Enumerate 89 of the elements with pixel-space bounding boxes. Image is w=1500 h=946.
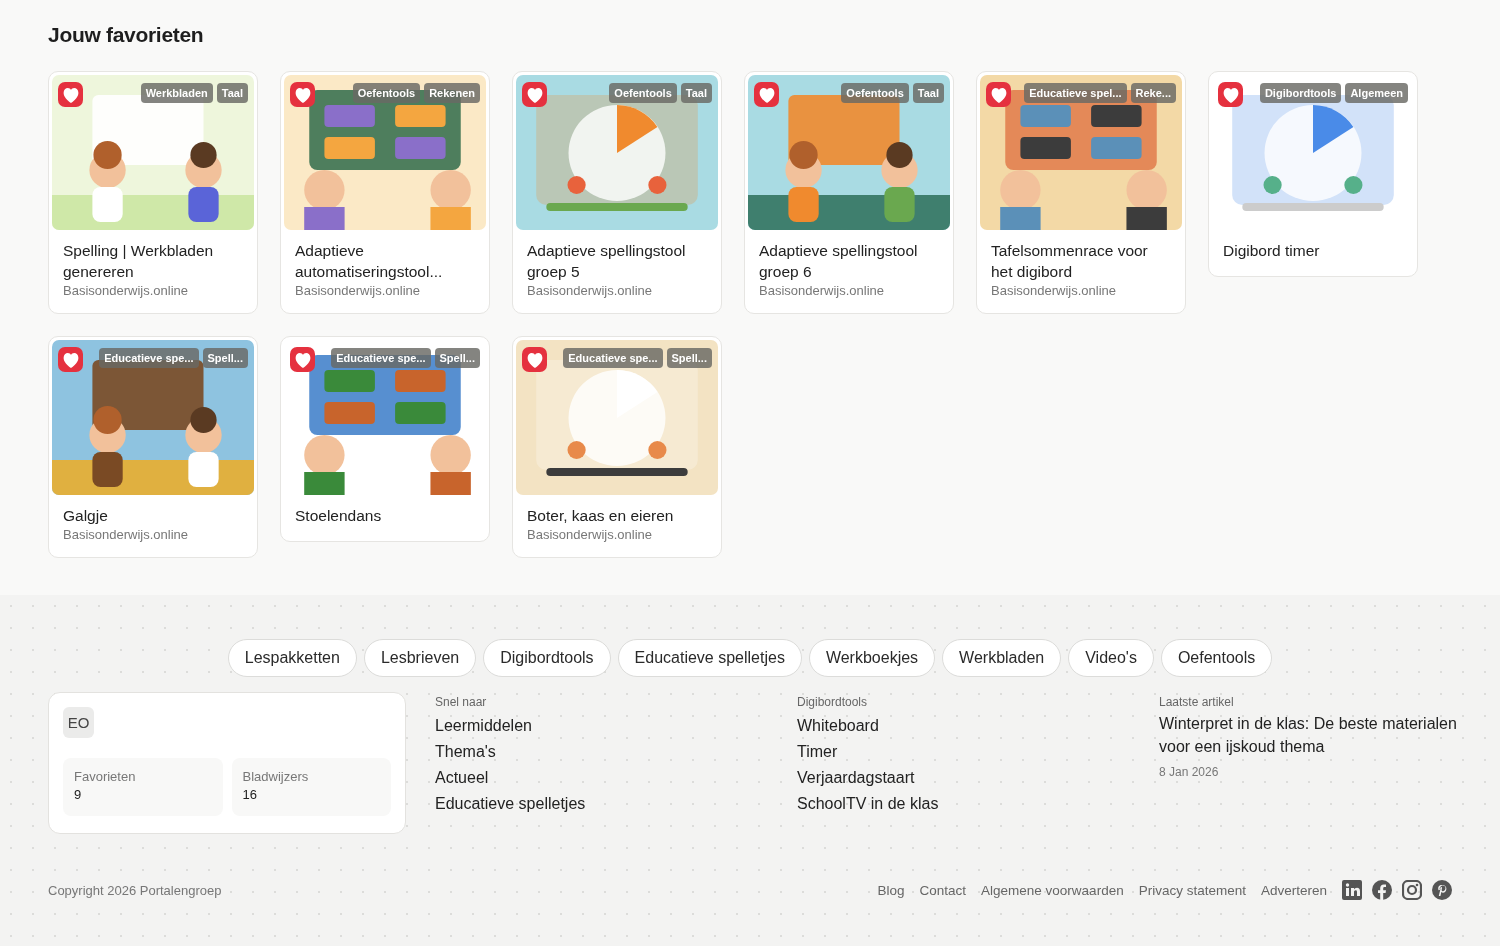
footer-link[interactable]: Thema's — [435, 739, 496, 765]
card-source: Basisonderwijs.online — [759, 283, 885, 298]
card-source: Basisonderwijs.online — [295, 283, 421, 298]
heart-icon[interactable] — [290, 347, 315, 372]
column-heading: Laatste artikel — [1159, 695, 1235, 709]
category-tag: Taal — [912, 83, 944, 103]
category-tag: Taal — [216, 83, 248, 103]
category-pill[interactable]: Digibordtools — [483, 639, 611, 677]
heart-icon[interactable] — [754, 82, 779, 107]
favorite-card[interactable]: Werkbladen Taal Spelling | Werkbladen genereren Basisonderwijs.online — [48, 71, 258, 314]
footer-link[interactable]: Leermiddelen — [435, 713, 532, 739]
footer-link[interactable]: SchoolTV in de klas — [797, 791, 939, 817]
favorite-card[interactable]: Educatieve spe... Spell... Galgje Basisonderwijs.online — [48, 336, 258, 558]
avatar-initials: EO — [63, 707, 94, 738]
category-tag: Spell... — [666, 348, 712, 368]
stat-label: Bladwijzers — [242, 769, 310, 784]
category-pill[interactable]: Werkboekjes — [808, 639, 936, 677]
footer-link[interactable]: Verjaardagstaart — [797, 765, 915, 791]
footer-link[interactable]: Timer — [797, 739, 838, 765]
category-tag: Educatieve spe... — [331, 348, 431, 368]
footer-link[interactable]: Adverteren — [1260, 882, 1327, 898]
card-source: Basisonderwijs.online — [527, 527, 653, 542]
card-source: Basisonderwijs.online — [991, 283, 1117, 298]
footer-link[interactable]: Privacy statement — [1138, 882, 1246, 898]
copyright-text: Copyright 2026 Portalengroep — [48, 882, 222, 898]
category-tag: Werkbladen — [140, 83, 213, 103]
category-tag: Educatieve spe... — [563, 348, 663, 368]
linkedin-icon[interactable] — [1342, 880, 1362, 900]
category-tag: Oefentools — [609, 83, 677, 103]
favorite-card[interactable]: Educatieve spel... Reke... Tafelsommenrace voor het digibord Basisonderwijs.online — [976, 71, 1186, 314]
category-tag: Educatieve spe... — [99, 348, 199, 368]
heart-icon[interactable] — [522, 347, 547, 372]
favorite-card[interactable]: Educatieve spe... Spell... Stoelendans — [280, 336, 490, 542]
card-title: Boter, kaas en eieren — [527, 506, 675, 526]
card-source: Basisonderwijs.online — [63, 527, 189, 542]
footer-link[interactable]: Whiteboard — [797, 713, 879, 739]
category-pill[interactable]: Oefentools — [1160, 639, 1273, 677]
category-pill[interactable]: Video's — [1068, 639, 1154, 677]
section-title: Jouw favorieten — [48, 23, 204, 47]
footer-link[interactable]: Contact — [919, 882, 967, 898]
favorite-card[interactable]: Oefentools Taal Adaptieve spellingstool groep 6 Basisonderwijs.online — [744, 71, 954, 314]
category-tag: Rekenen — [424, 83, 480, 103]
heart-icon[interactable] — [522, 82, 547, 107]
category-pill[interactable]: Lesbrieven — [363, 639, 477, 677]
card-title: Spelling | Werkbladen genereren — [63, 241, 215, 282]
card-title: Adaptieve spellingstool groep 6 — [759, 241, 919, 282]
category-tag: Educatieve spel... — [1024, 83, 1127, 103]
card-title: Adaptieve spellingstool groep 5 — [527, 241, 687, 282]
favorite-card[interactable]: Digibordtools Algemeen Digibord timer — [1208, 71, 1418, 277]
category-pill[interactable]: Educatieve spelletjes — [617, 639, 802, 677]
footer-link[interactable]: Actueel — [435, 765, 489, 791]
heart-icon[interactable] — [986, 82, 1011, 107]
card-title: Adaptieve automatiseringstool... — [295, 241, 444, 282]
category-tag: Spell... — [434, 348, 480, 368]
stat-label: Favorieten — [74, 769, 137, 784]
category-tag: Spell... — [202, 348, 248, 368]
footer-link[interactable]: Educatieve spelletjes — [435, 791, 586, 817]
category-tag: Oefentools — [352, 83, 421, 103]
category-pill[interactable]: Werkbladen — [942, 639, 1062, 677]
category-tag: Reke... — [1130, 83, 1176, 103]
stat-value: 16 — [242, 787, 258, 802]
category-pill[interactable]: Lespakketten — [227, 639, 357, 677]
favorite-card[interactable]: Educatieve spe... Spell... Boter, kaas en eieren Basisonderwijs.online — [512, 336, 722, 558]
footer-link[interactable]: Algemene voorwaarden — [981, 882, 1124, 898]
card-source: Basisonderwijs.online — [63, 283, 189, 298]
pinterest-icon[interactable] — [1432, 880, 1452, 900]
card-title: Galgje — [63, 506, 109, 526]
card-title: Digibord timer — [1223, 241, 1321, 261]
category-tag: Algemeen — [1345, 83, 1408, 103]
favorite-card[interactable]: Oefentools Taal Adaptieve spellingstool groep 5 Basisonderwijs.online — [512, 71, 722, 314]
heart-icon[interactable] — [58, 82, 83, 107]
category-tag: Taal — [680, 83, 712, 103]
article-date: 8 Jan 2026 — [1159, 765, 1220, 779]
favorite-card[interactable]: Oefentools Rekenen Adaptieve automatiseringstool... Basisonderwijs.online — [280, 71, 490, 314]
footer-link[interactable]: Blog — [877, 882, 905, 898]
card-title: Stoelendans — [295, 506, 383, 526]
heart-icon[interactable] — [1218, 82, 1243, 107]
instagram-icon[interactable] — [1402, 880, 1422, 900]
category-tag: Digibordtools — [1259, 83, 1342, 103]
column-heading: Digibordtools — [797, 695, 869, 709]
facebook-icon[interactable] — [1372, 880, 1392, 900]
column-heading: Snel naar — [435, 695, 488, 709]
heart-icon[interactable] — [290, 82, 315, 107]
article-link[interactable]: Winterpret in de klas: De beste materialen voor een ijskoud thema — [1159, 712, 1492, 758]
stat-value: 9 — [74, 787, 83, 802]
heart-icon[interactable] — [58, 347, 83, 372]
card-title: Tafelsommenrace voor het digibord — [991, 241, 1149, 282]
card-source: Basisonderwijs.online — [527, 283, 653, 298]
category-tag: Oefentools — [841, 83, 909, 103]
